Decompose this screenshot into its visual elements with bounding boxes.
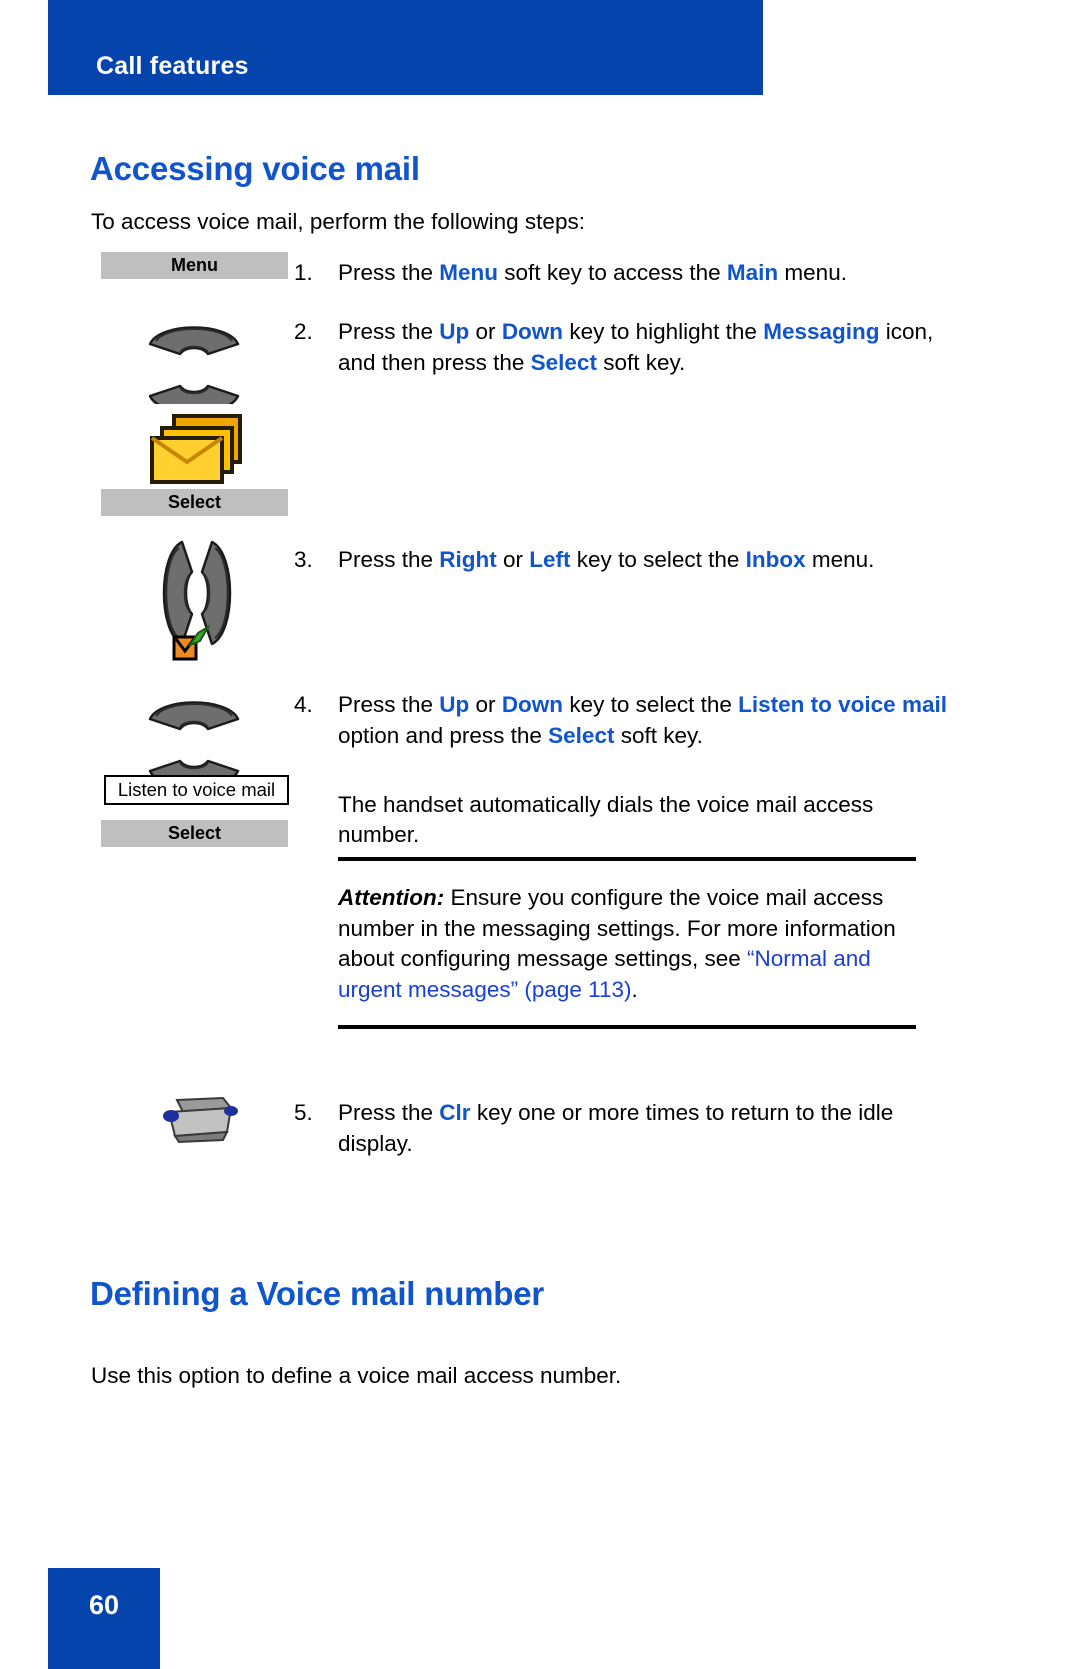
attention-note: Attention: Ensure you configure the voic… [338, 857, 916, 1029]
keyword: Messaging [763, 319, 880, 344]
softkey-select-button-1[interactable]: Select [101, 489, 288, 516]
step-number: 4. [294, 692, 313, 717]
keyword: Select [530, 349, 597, 375]
note-xref-page[interactable]: (page 113) [518, 977, 631, 1002]
keyword: Inbox [745, 547, 806, 572]
keyword: Listen to voice mail [738, 692, 947, 717]
keyword: Main [726, 260, 779, 285]
step-text: Press the Up or Down key to select the L… [338, 692, 947, 748]
page-number: 60 [88, 1590, 120, 1620]
step-text: Press the Clr key one or more times to r… [338, 1100, 894, 1156]
note-body: Attention: Ensure you configure the voic… [338, 861, 916, 1025]
step-number: 1. [294, 260, 313, 285]
step-item-5: 5. Press the Clr key one or more times t… [294, 1098, 958, 1159]
running-header-bar: Call features [48, 0, 763, 95]
keyword: Up [439, 692, 470, 717]
messaging-envelope-icon [144, 410, 244, 493]
up-down-navigation-key-icon [146, 308, 242, 414]
keyword: Down [501, 319, 564, 344]
keyword: Clr [439, 1100, 471, 1125]
keyword: Menu [439, 260, 499, 285]
keyword: Select [548, 722, 615, 748]
keyword: Left [529, 547, 571, 572]
step-item-4: 4. Press the Up or Down key to select th… [294, 690, 958, 751]
keyword: Up [439, 319, 470, 344]
note-rule-bottom [338, 1025, 916, 1029]
step-text: Press the Up or Down key to highlight th… [338, 319, 934, 375]
step-number: 2. [294, 319, 313, 344]
note-label: Attention: [338, 885, 445, 910]
step-text: Press the Right or Left key to select th… [338, 547, 875, 572]
step-item-2: 2. Press the Up or Down key to highlight… [294, 317, 958, 378]
keyword: Right [439, 547, 497, 572]
running-header-title: Call features [96, 52, 249, 80]
page-title-defining-voice-mail-number: Defining a Voice mail number [90, 1275, 545, 1313]
defining-paragraph: Use this option to define a voice mail a… [91, 1362, 622, 1388]
up-down-navigation-key-icon-2 [146, 683, 242, 789]
step-4-follow-up-text: The handset automatically dials the voic… [338, 791, 874, 848]
step-text: Press the Menu soft key to access the Ma… [338, 260, 847, 285]
clr-key-icon [161, 1092, 239, 1149]
note-text-after: . [631, 976, 638, 1002]
step-number: 5. [294, 1100, 313, 1125]
keyword: Down [501, 692, 564, 717]
step-item-3: 3. Press the Right or Left key to select… [294, 545, 958, 576]
intro-paragraph: To access voice mail, perform the follow… [91, 208, 585, 234]
inbox-icon [172, 624, 212, 668]
softkey-menu-button[interactable]: Menu [101, 252, 288, 279]
softkey-select-button-2[interactable]: Select [101, 820, 288, 847]
step-number: 3. [294, 547, 313, 572]
step-item-1: 1. Press the Menu soft key to access the… [294, 258, 958, 289]
listen-to-voice-mail-option[interactable]: Listen to voice mail [104, 775, 289, 805]
page-title-accessing-voice-mail: Accessing voice mail [90, 150, 420, 188]
